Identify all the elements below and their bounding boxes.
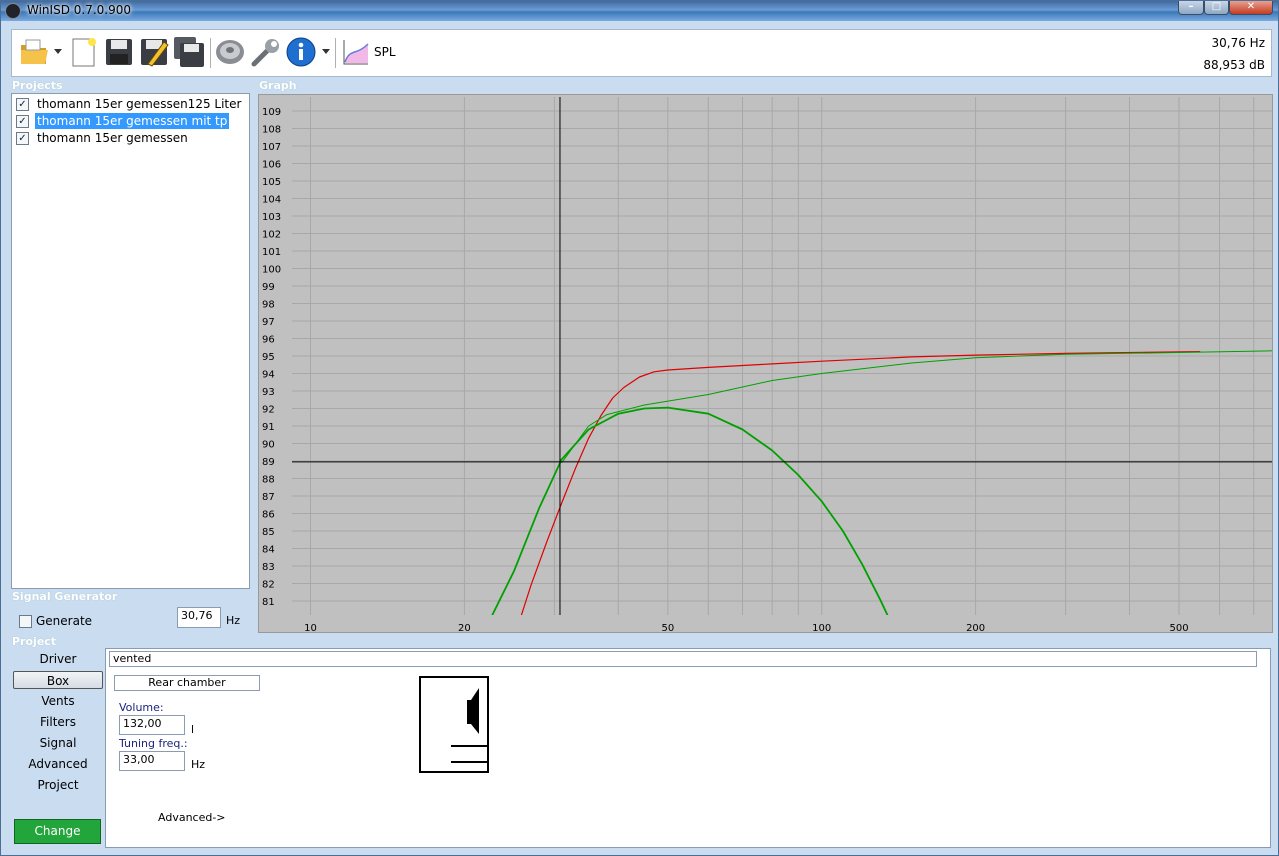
signal-generator-label: Signal Generator — [12, 590, 118, 603]
y-tick-label: 94 — [262, 370, 275, 381]
info-dropdown-icon[interactable] — [322, 47, 330, 55]
y-tick-label: 104 — [262, 195, 281, 206]
toolbar: SPL 30,76 Hz 88,953 dB — [11, 29, 1272, 77]
volume-input[interactable]: 132,00 — [119, 715, 185, 735]
frequency-readout: 30,76 Hz — [1211, 36, 1266, 50]
box-type-field[interactable]: vented — [109, 651, 1257, 667]
info-icon[interactable] — [285, 36, 317, 68]
change-button[interactable]: Change — [14, 819, 101, 844]
y-tick-label: 103 — [262, 212, 281, 223]
y-tick-label: 101 — [262, 247, 281, 258]
generate-checkbox[interactable] — [19, 615, 32, 628]
toolbar-separator — [335, 38, 336, 68]
x-tick-label: 500 — [1169, 623, 1188, 634]
nav-box[interactable]: Box — [13, 671, 103, 689]
box-panel: vented Rear chamber Volume: 132,00 l Tun… — [105, 648, 1271, 848]
y-tick-label: 82 — [262, 580, 275, 591]
x-tick-label: 100 — [812, 623, 831, 634]
app-window: WinISD 0.7.0.900 – □ ✕ SPL 30,76 Hz 88,9… — [0, 0, 1279, 856]
spl-chart[interactable]: 81 82 83 84 85 86 87 88 89 90 91 92 93 94 95 96 97 98 99 10… — [259, 95, 1274, 634]
minimize-button[interactable]: – — [1178, 1, 1204, 15]
projects-list: ✓ thomann 15er gemessen125 Liter ✓ thoma… — [11, 93, 250, 589]
app-icon — [5, 3, 21, 19]
y-tick-label: 86 — [262, 510, 275, 521]
project-item[interactable]: ✓ thomann 15er gemessen125 Liter — [15, 96, 248, 112]
tuning-freq-label: Tuning freq.: — [119, 737, 188, 750]
generate-label: Generate — [36, 614, 93, 628]
title-bar: WinISD 0.7.0.900 – □ ✕ — [1, 1, 1278, 21]
volume-label: Volume: — [119, 701, 164, 714]
project-item-selected[interactable]: ✓ thomann 15er gemessen mit tp — [15, 113, 248, 129]
save-all-icon[interactable] — [173, 36, 205, 68]
nav-advanced[interactable]: Advanced — [13, 755, 103, 773]
project-label[interactable]: thomann 15er gemessen — [35, 130, 190, 146]
spl-label[interactable]: SPL — [374, 45, 396, 59]
y-tick-label: 98 — [262, 300, 275, 311]
graph-section-label: Graph — [259, 79, 297, 92]
project-label[interactable]: thomann 15er gemessen mit tp — [35, 113, 230, 129]
signal-frequency-input[interactable]: 30,76 — [177, 607, 221, 628]
y-tick-label: 100 — [262, 265, 281, 276]
y-tick-label: 102 — [262, 230, 281, 241]
open-dropdown-icon[interactable] — [54, 47, 62, 55]
open-folder-icon[interactable] — [18, 36, 50, 68]
y-tick-label: 97 — [262, 317, 275, 328]
vented-box-diagram — [419, 676, 489, 773]
spl-graph-icon[interactable] — [340, 36, 372, 68]
project-checkbox[interactable]: ✓ — [16, 115, 29, 128]
new-document-icon[interactable] — [68, 36, 100, 68]
window-title: WinISD 0.7.0.900 — [27, 3, 132, 17]
tools-wrench-icon[interactable] — [250, 36, 282, 68]
nav-filters[interactable]: Filters — [13, 713, 103, 731]
x-tick-label: 200 — [966, 623, 985, 634]
rear-chamber-tab[interactable]: Rear chamber — [114, 675, 260, 691]
y-tick-label: 108 — [262, 125, 281, 136]
y-tick-label: 106 — [262, 160, 281, 171]
y-tick-label: 92 — [262, 405, 275, 416]
y-tick-label: 88 — [262, 475, 275, 486]
y-tick-label: 89 — [262, 457, 275, 468]
advanced-link[interactable]: Advanced-> — [158, 811, 226, 824]
signal-frequency-unit: Hz — [226, 614, 241, 627]
nav-project[interactable]: Project — [13, 776, 103, 794]
y-tick-label: 109 — [262, 107, 281, 118]
nav-signal[interactable]: Signal — [13, 734, 103, 752]
maximize-button[interactable]: □ — [1204, 1, 1229, 15]
y-tick-label: 83 — [262, 562, 275, 573]
x-tick-label: 50 — [661, 623, 674, 634]
level-readout: 88,953 dB — [1203, 58, 1265, 72]
project-checkbox[interactable]: ✓ — [16, 132, 29, 145]
x-tick-label: 20 — [458, 623, 471, 634]
y-tick-label: 93 — [262, 387, 275, 398]
y-tick-label: 91 — [262, 422, 275, 433]
x-tick-label: 10 — [304, 623, 317, 634]
y-tick-label: 95 — [262, 352, 275, 363]
close-button[interactable]: ✕ — [1229, 1, 1273, 15]
projects-section-label: Projects — [12, 79, 63, 92]
y-tick-label: 84 — [262, 545, 275, 556]
driver-speaker-icon[interactable] — [214, 36, 246, 68]
y-tick-label: 96 — [262, 335, 275, 346]
y-tick-label: 107 — [262, 142, 281, 153]
volume-unit: l — [191, 723, 195, 736]
nav-vents[interactable]: Vents — [13, 692, 103, 710]
project-label[interactable]: thomann 15er gemessen125 Liter — [35, 96, 243, 112]
y-tick-label: 99 — [262, 282, 275, 293]
y-tick-label: 81 — [262, 597, 275, 608]
project-checkbox[interactable]: ✓ — [16, 98, 29, 111]
tuning-freq-input[interactable]: 33,00 — [119, 751, 185, 771]
y-tick-label: 87 — [262, 492, 275, 503]
save-icon[interactable] — [103, 36, 135, 68]
project-section-label: Project — [12, 635, 57, 648]
spl-graph[interactable]: 81 82 83 84 85 86 87 88 89 90 91 92 93 94 95 96 97 98 99 10… — [258, 94, 1274, 634]
y-tick-label: 85 — [262, 527, 275, 538]
y-tick-label: 90 — [262, 440, 275, 451]
toolbar-separator — [210, 38, 211, 68]
save-edit-icon[interactable] — [138, 36, 170, 68]
tuning-freq-unit: Hz — [191, 758, 206, 771]
nav-driver[interactable]: Driver — [13, 650, 103, 668]
y-tick-label: 105 — [262, 177, 281, 188]
project-item[interactable]: ✓ thomann 15er gemessen — [15, 130, 248, 146]
